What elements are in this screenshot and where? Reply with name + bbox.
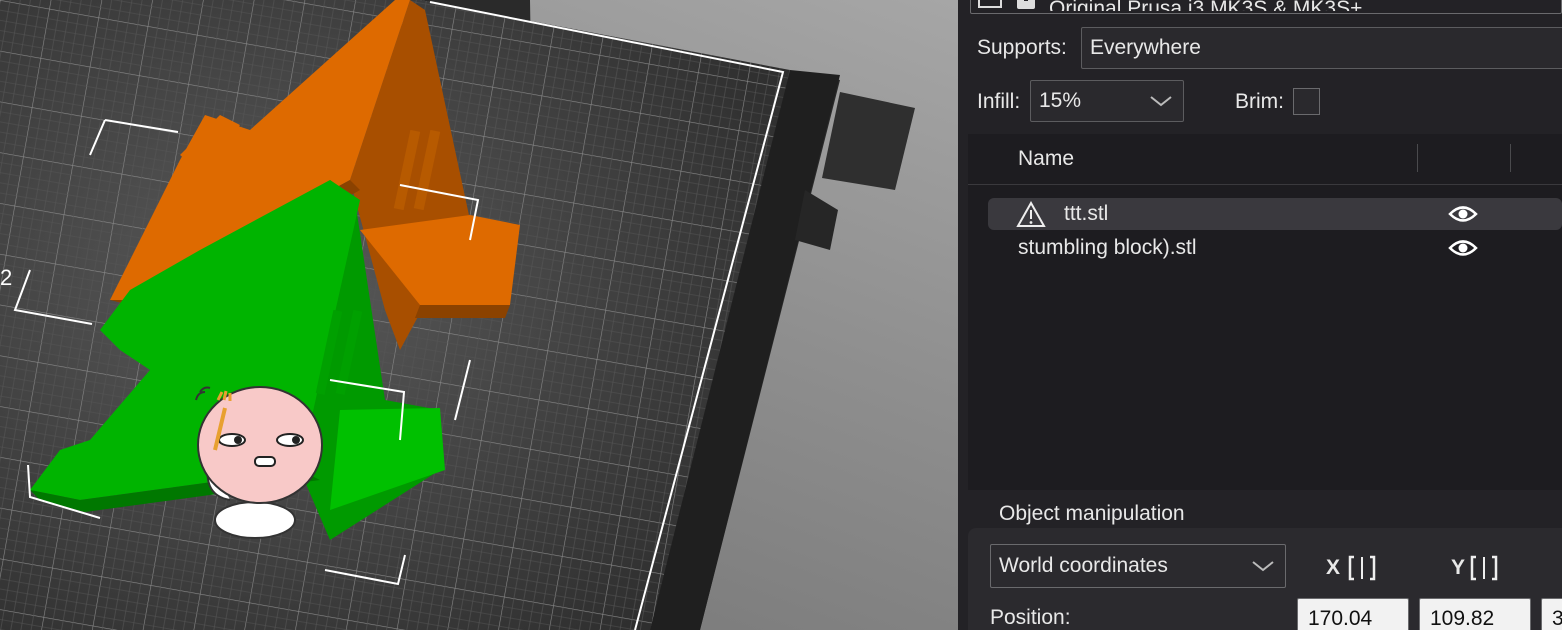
column-header-name: Name (1018, 147, 1075, 170)
column-divider (1510, 144, 1511, 172)
object-manipulation-title: Object manipulation (999, 502, 1185, 525)
object-name: ttt.stl (1064, 202, 1109, 225)
infill-select[interactable]: 15% (1030, 80, 1184, 122)
lock-icon (1017, 0, 1035, 9)
column-divider (1417, 144, 1418, 172)
chevron-down-icon (1252, 561, 1274, 572)
object-list: Name ttt.stl stumbling block).stl (968, 134, 1562, 490)
position-y-field[interactable]: 109.82 (1419, 598, 1531, 630)
position-x-value: 170.04 (1308, 607, 1373, 630)
axis-x-label: X (1326, 556, 1341, 579)
infill-label: Infill: (977, 90, 1021, 113)
brim-label: Brim: (1235, 90, 1284, 113)
position-z-value: 3 (1552, 607, 1562, 630)
supports-select[interactable]: Everywhere (1081, 27, 1562, 69)
3d-viewport[interactable]: 2 (0, 0, 958, 630)
eye-icon[interactable] (1448, 238, 1478, 258)
printer-select[interactable]: Original Prusa i3 MK3S & MK3S+ (970, 0, 1562, 14)
supports-label: Supports: (977, 36, 1067, 59)
axis-label-fragment: 2 (0, 265, 12, 290)
axis-y-label: Y (1451, 556, 1466, 579)
axis-x-icon (1348, 555, 1376, 581)
printer-name: Original Prusa i3 MK3S & MK3S+ (1049, 0, 1362, 11)
coordinate-system-select[interactable]: World coordinates (990, 544, 1286, 588)
bed-clip (822, 92, 915, 190)
position-x-field[interactable]: 170.04 (1297, 598, 1409, 630)
axis-y-icon (1470, 555, 1498, 581)
chevron-down-icon (1150, 96, 1172, 107)
printer-icon (978, 0, 1002, 8)
position-y-value: 109.82 (1430, 607, 1495, 630)
object-row-ttt[interactable]: ttt.stl (988, 198, 1562, 230)
infill-value: 15% (1039, 89, 1082, 112)
header-separator (968, 184, 1562, 185)
position-label: Position: (990, 606, 1071, 629)
supports-value: Everywhere (1090, 36, 1201, 59)
eye-icon[interactable] (1448, 204, 1478, 224)
object-manipulation-panel: World coordinates X Y Position: 170.04 1… (968, 528, 1562, 630)
object-name: stumbling block).stl (1018, 236, 1197, 259)
brim-checkbox[interactable] (1293, 88, 1320, 115)
position-z-field[interactable]: 3 (1541, 598, 1562, 630)
coordinate-system-value: World coordinates (999, 554, 1168, 577)
sidebar-panel: Original Prusa i3 MK3S & MK3S+ Supports:… (958, 0, 1562, 630)
warning-icon (1016, 201, 1046, 227)
object-row-stumbling-block[interactable]: stumbling block).stl (988, 232, 1562, 264)
3d-scene: 2 (0, 0, 915, 630)
